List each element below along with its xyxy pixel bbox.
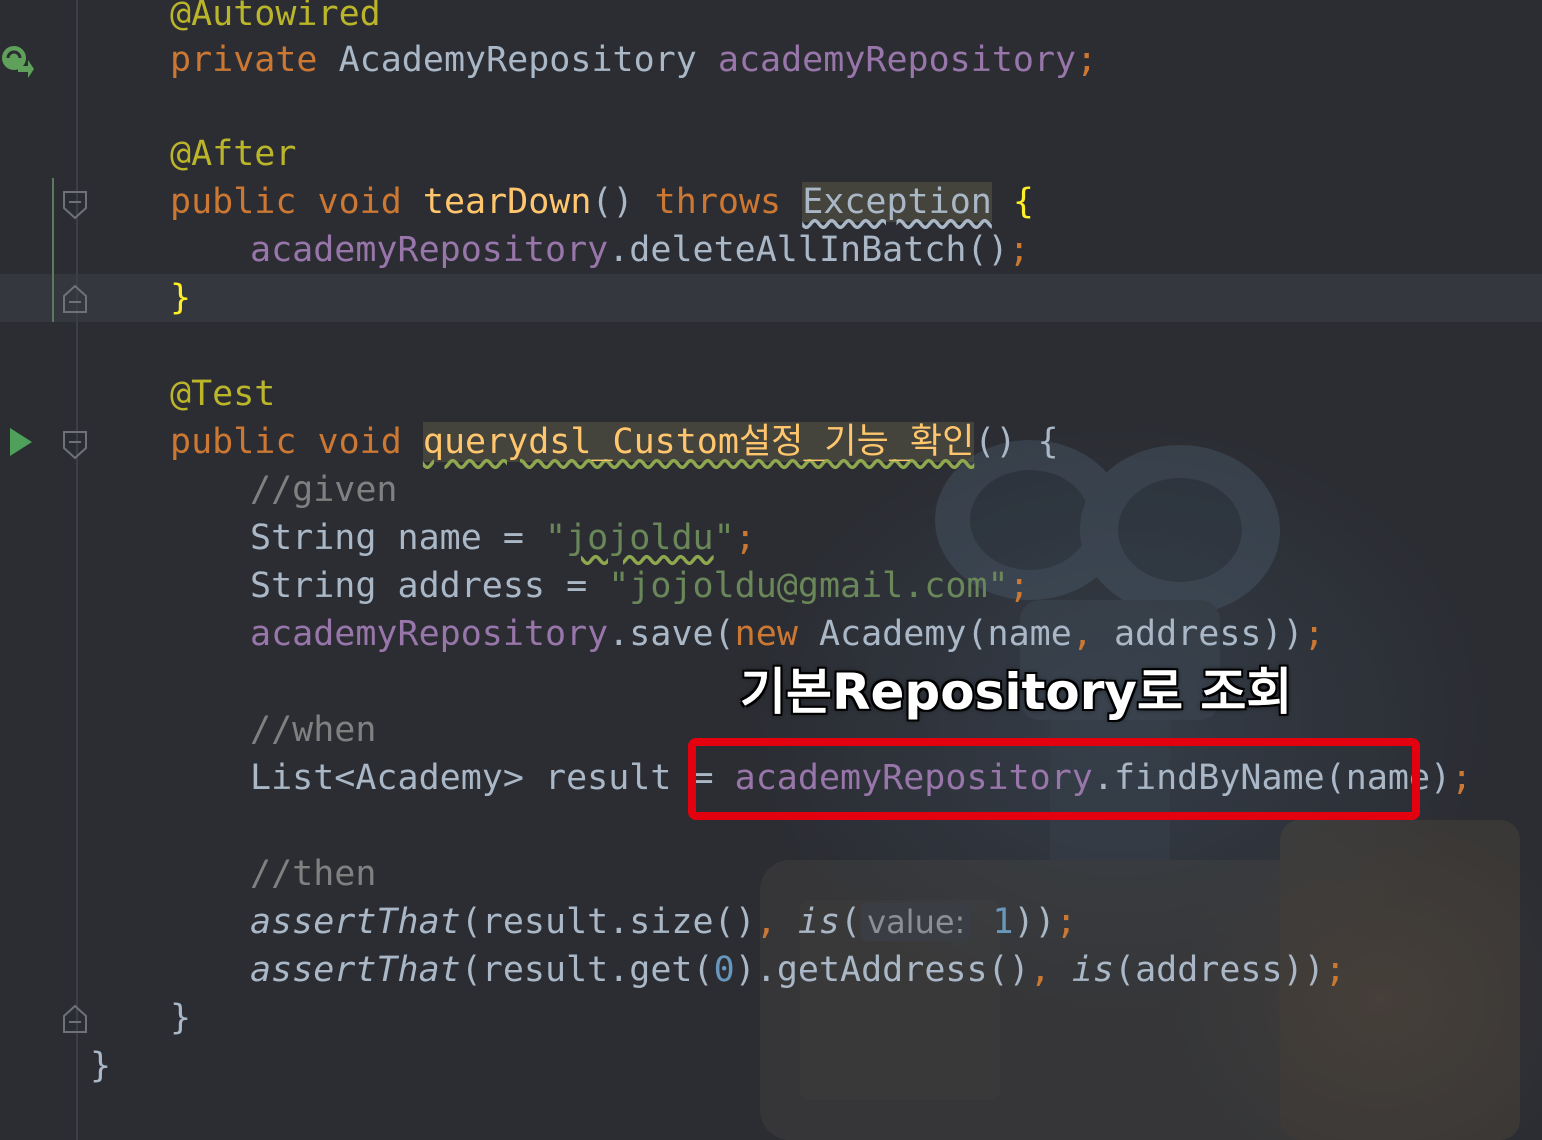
call-token: (result.get( <box>460 950 714 990</box>
semicolon-token: ; <box>1076 40 1098 80</box>
code-line-14: academyRepository.save(new Academy(name,… <box>250 610 1325 658</box>
semicolon-token: ; <box>1055 902 1077 942</box>
paren-token: ( <box>840 902 862 942</box>
string-token: jojoldu <box>566 518 714 558</box>
call-token: .deleteAllInBatch() <box>608 230 1009 270</box>
highlight-box <box>688 738 1420 820</box>
method-name-token: querydsl_Custom설정_기능_확인 <box>422 422 975 462</box>
code-line-9: @Test <box>170 370 275 418</box>
code-line-21: assertThat(result.get(0).getAddress(), i… <box>250 946 1346 994</box>
comment-token: //when <box>250 710 377 750</box>
brace-token: } <box>170 278 192 318</box>
fold-region-indicator <box>52 178 54 322</box>
call-token: Academy(name <box>797 614 1072 654</box>
keyword-token: new <box>734 614 798 654</box>
code-line-7: } <box>170 274 191 322</box>
code-line-5: public void tearDown() throws Exception … <box>170 178 1034 226</box>
field-token: academyRepository <box>717 40 1077 80</box>
method-name-token: tearDown <box>422 182 592 222</box>
method-call-token: assertThat <box>250 902 461 942</box>
code-line-6: academyRepository.deleteAllInBatch(); <box>250 226 1030 274</box>
editor-gutter <box>0 0 87 1140</box>
semicolon-token: ; <box>1324 950 1346 990</box>
semicolon-token: ; <box>1008 566 1030 606</box>
comment-token: //given <box>250 470 398 510</box>
code-line-10: public void querydsl_Custom설정_기능_확인() { <box>170 418 1059 466</box>
keyword-token: private <box>170 40 318 80</box>
code-line-11: //given <box>250 466 398 514</box>
comma-token: , <box>1071 614 1093 654</box>
number-token: 0 <box>713 950 735 990</box>
field-token: academyRepository <box>250 614 609 654</box>
paren-token: () <box>591 182 655 222</box>
annotation-token: @Test <box>170 374 276 414</box>
string-token: " <box>713 518 735 558</box>
semicolon-token: ; <box>1303 614 1325 654</box>
code-line-1: @Autowired <box>170 0 381 38</box>
type-token: String name = <box>250 518 546 558</box>
code-line-20: assertThat(result.size(), is(value: 1)); <box>250 898 1077 946</box>
keyword-token: void <box>296 422 423 462</box>
annotation-token: @After <box>170 134 297 174</box>
fold-marker-icon[interactable] <box>62 1004 88 1034</box>
fold-marker-icon[interactable] <box>62 284 88 314</box>
method-call-token: is <box>1071 950 1114 990</box>
method-call-token: assertThat <box>250 950 461 990</box>
semicolon-token: ; <box>1008 230 1030 270</box>
fold-marker-icon[interactable] <box>62 430 88 460</box>
code-line-19: //then <box>250 850 376 898</box>
run-test-icon[interactable] <box>8 426 34 458</box>
current-line-highlight <box>0 274 1542 322</box>
semicolon-token: ; <box>1451 758 1473 798</box>
annotation-caption: 기본Repository로 조회 <box>740 663 1293 721</box>
keyword-token: void <box>296 182 423 222</box>
bean-navigation-icon[interactable] <box>0 44 34 78</box>
keyword-token: public <box>170 422 297 462</box>
code-line-22: } <box>170 994 191 1042</box>
paren-token: )) <box>1013 902 1056 942</box>
call-token: (result.size() <box>460 902 756 942</box>
comma-token: , <box>755 902 777 942</box>
call-token: (address)) <box>1114 950 1325 990</box>
number-token: 1 <box>992 902 1014 942</box>
brace-token: } <box>90 1046 112 1086</box>
code-line-2: private AcademyRepository academyReposit… <box>170 36 1097 84</box>
string-token: "jojoldu@gmail.com" <box>608 566 1009 606</box>
paren-token: () { <box>974 422 1059 462</box>
brace-token: } <box>170 998 192 1038</box>
call-token: ).getAddress() <box>734 950 1030 990</box>
comment-token: //then <box>250 854 377 894</box>
string-token: " <box>545 518 567 558</box>
code-line-13: String address = "jojoldu@gmail.com"; <box>250 562 1030 610</box>
code-line-23: } <box>90 1042 111 1090</box>
keyword-token: throws <box>654 182 782 222</box>
code-editor[interactable]: @Autowired private AcademyRepository aca… <box>0 0 1542 1140</box>
call-token: address)) <box>1092 614 1304 654</box>
type-token: String address = <box>250 566 609 606</box>
type-token: List<Academy> result = <box>250 758 735 798</box>
fold-marker-icon[interactable] <box>62 190 88 220</box>
code-line-12: String name = "jojoldu"; <box>250 514 756 562</box>
keyword-token: public <box>170 182 297 222</box>
exception-token: Exception <box>802 182 992 222</box>
semicolon-token: ; <box>734 518 756 558</box>
parameter-hint: value: <box>861 903 972 941</box>
call-token: .save( <box>608 614 735 654</box>
comma-token: , <box>1029 950 1051 990</box>
annotation-token: @Autowired <box>170 0 381 34</box>
field-token: academyRepository <box>250 230 609 270</box>
brace-token: { <box>1012 182 1034 222</box>
type-token: AcademyRepository <box>317 40 718 80</box>
code-line-16: //when <box>250 706 376 754</box>
method-call-token: is <box>797 902 841 942</box>
code-line-4: @After <box>170 130 296 178</box>
